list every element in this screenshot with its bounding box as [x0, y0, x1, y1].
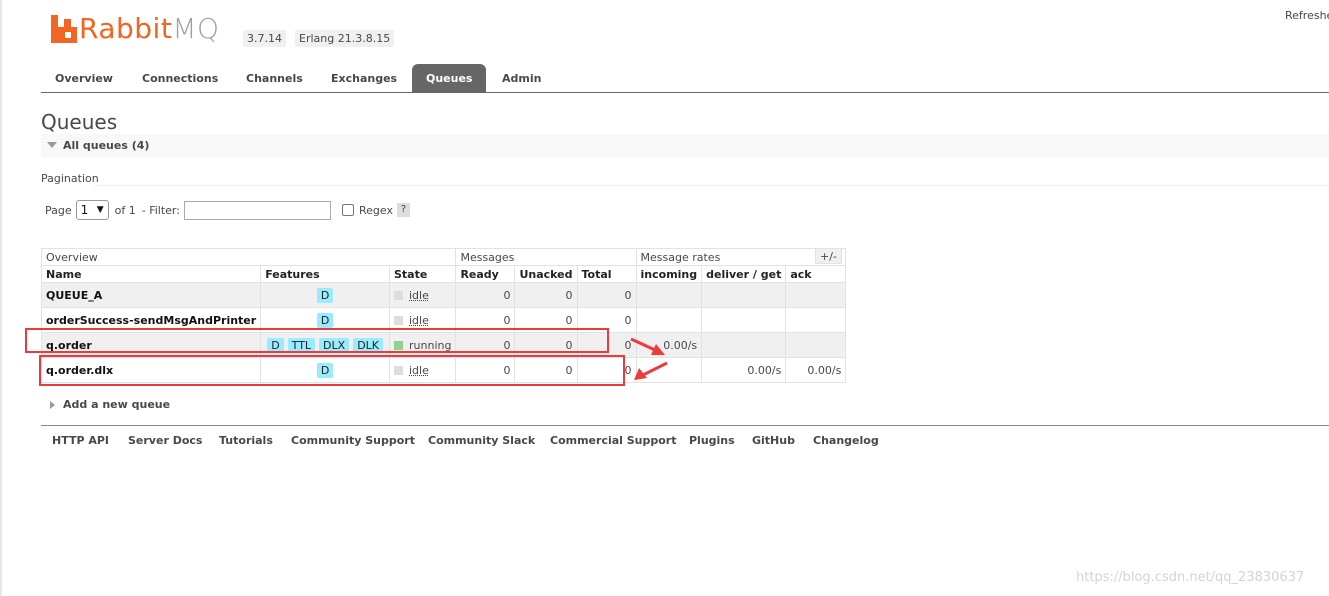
- annotation-arrows: [630, 337, 668, 380]
- deliver-get-rate: 0.00/s: [701, 357, 787, 383]
- footer-link-http-api[interactable]: HTTP API: [52, 434, 109, 447]
- page-title: Queues: [41, 110, 118, 134]
- unacked-value: 0: [514, 282, 578, 308]
- ack-rate: [785, 332, 847, 358]
- state-text: idle: [409, 288, 429, 302]
- help-icon[interactable]: ?: [396, 203, 410, 217]
- queue-name-link[interactable]: QUEUE_A: [40, 282, 262, 308]
- chevron-down-icon: ▼: [96, 205, 104, 215]
- group-header-overview: Overview: [40, 248, 457, 266]
- add-queue-label[interactable]: Add a new queue: [63, 398, 170, 411]
- tab-exchanges[interactable]: Exchanges: [317, 64, 411, 92]
- column-toggle-button[interactable]: +/-: [815, 248, 842, 264]
- col-incoming[interactable]: incoming: [635, 265, 703, 283]
- col-name[interactable]: Name: [40, 265, 262, 283]
- footer-link-community-support[interactable]: Community Support: [291, 434, 415, 447]
- add-queue-toggle[interactable]: Add a new queue: [50, 398, 170, 411]
- col-unacked[interactable]: Unacked: [514, 265, 578, 283]
- feature-badge-durable: D: [316, 287, 334, 303]
- ack-rate: 0.00/s: [785, 357, 847, 383]
- state-idle-icon: [394, 315, 403, 325]
- expand-triangle-icon: [50, 400, 55, 409]
- collapse-triangle-icon[interactable]: [47, 142, 57, 148]
- col-features[interactable]: Features: [260, 265, 390, 283]
- filter-input[interactable]: [183, 200, 331, 220]
- section-label[interactable]: All queues (4): [63, 139, 149, 152]
- footer-link-server-docs[interactable]: Server Docs: [128, 434, 202, 447]
- col-ack[interactable]: ack: [785, 265, 847, 283]
- group-header-messages: Messages: [455, 248, 637, 266]
- footer-link-github[interactable]: GitHub: [752, 434, 795, 447]
- ack-rate: [785, 307, 847, 333]
- state-text: idle: [409, 313, 429, 327]
- page-label: Page: [45, 203, 72, 217]
- table-row[interactable]: QUEUE_A D idle 0 0 0: [40, 282, 847, 308]
- tab-queues[interactable]: Queues: [412, 64, 487, 92]
- rabbitmq-logo[interactable]: RabbitMQ: [51, 12, 220, 46]
- highlight-box-q-order: [25, 328, 609, 353]
- main-tabs: Overview Connections Channels Exchanges …: [41, 64, 1329, 93]
- col-ready[interactable]: Ready: [455, 265, 516, 283]
- tab-channels[interactable]: Channels: [232, 64, 317, 92]
- pagination-controls: Page 1 ▼ of 1 - Filter: Regex ?: [45, 200, 410, 220]
- arrow-right-icon: [630, 337, 665, 355]
- highlight-box-q-order-dlx: [39, 355, 625, 386]
- filter-label: - Filter:: [141, 203, 180, 217]
- deliver-get-rate: [701, 332, 787, 358]
- refresh-label[interactable]: Refreshe: [1285, 9, 1329, 22]
- logo-wordmark: RabbitMQ: [79, 12, 220, 45]
- footer-link-changelog[interactable]: Changelog: [813, 434, 879, 447]
- deliver-get-rate: [701, 282, 787, 308]
- regex-checkbox[interactable]: [341, 204, 354, 216]
- page-select-value: 1: [80, 203, 89, 217]
- footer-link-community-slack[interactable]: Community Slack: [428, 434, 535, 447]
- rabbit-logo-icon: [51, 15, 77, 43]
- feature-badge-durable: D: [316, 312, 334, 328]
- window-edge: [0, 0, 2, 596]
- page-count-label: of 1: [114, 203, 136, 217]
- state-cell: idle: [388, 282, 457, 308]
- ack-rate: [785, 282, 847, 308]
- footer-link-plugins[interactable]: Plugins: [689, 434, 735, 447]
- deliver-get-rate: [701, 307, 787, 333]
- footer-link-tutorials[interactable]: Tutorials: [219, 434, 273, 447]
- footer: HTTP API Server Docs Tutorials Community…: [41, 425, 1329, 455]
- tab-overview[interactable]: Overview: [41, 64, 127, 92]
- tab-admin[interactable]: Admin: [488, 64, 555, 92]
- pagination-divider: [95, 185, 1329, 186]
- tab-connections[interactable]: Connections: [128, 64, 232, 92]
- page-select[interactable]: 1 ▼: [75, 200, 109, 220]
- arrow-down-left-icon: [634, 361, 668, 380]
- erlang-version-badge: Erlang 21.3.8.15: [295, 30, 395, 47]
- total-value: 0: [576, 282, 637, 308]
- incoming-rate: [635, 282, 703, 308]
- incoming-rate: [635, 307, 703, 333]
- state-idle-icon: [394, 290, 403, 300]
- pagination-label: Pagination: [41, 172, 99, 185]
- footer-link-commercial-support[interactable]: Commercial Support: [550, 434, 677, 447]
- col-state[interactable]: State: [388, 265, 457, 283]
- ready-value: 0: [455, 282, 516, 308]
- regex-label: Regex: [358, 203, 393, 217]
- col-total[interactable]: Total: [576, 265, 637, 283]
- all-queues-section-header[interactable]: All queues (4): [41, 134, 1329, 157]
- features-cell: D: [260, 282, 390, 308]
- version-badge: 3.7.14: [243, 30, 286, 47]
- watermark: https://blog.csdn.net/qq_23830637: [1076, 570, 1305, 585]
- col-deliver-get[interactable]: deliver / get: [701, 265, 787, 283]
